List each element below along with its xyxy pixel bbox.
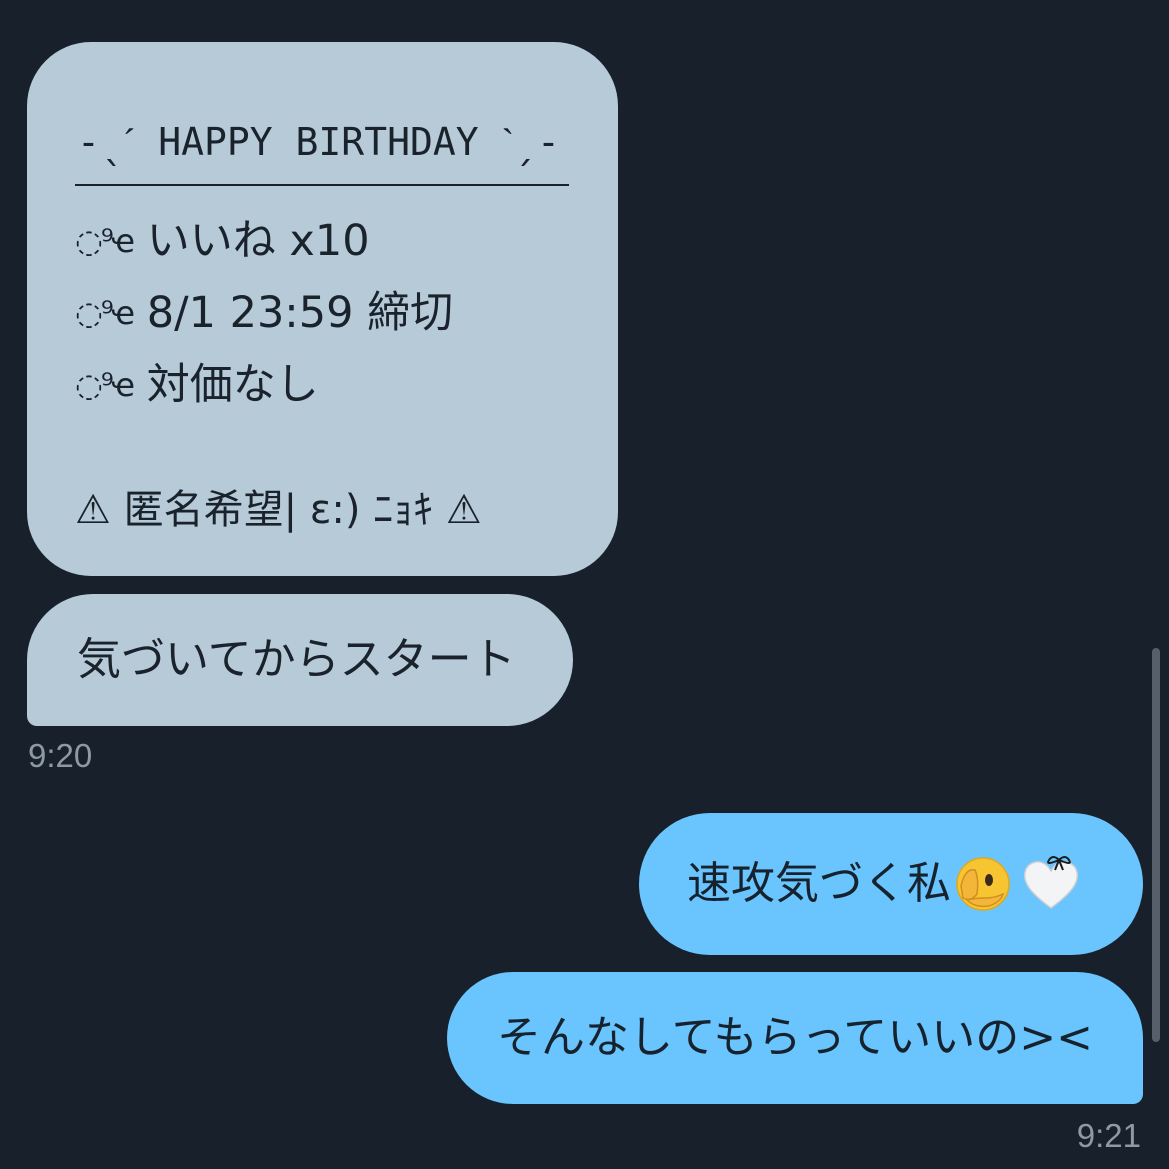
sent-message-bubble[interactable]: 速攻気づく私	[639, 813, 1143, 955]
rule-no-compensation-text: 対価なし	[146, 360, 319, 410]
birthday-title: -ˎˊ HAPPY BIRTHDAY ˋˏ-	[77, 120, 560, 164]
rule-deadline-text: 8/1 23:59 締切	[146, 288, 454, 338]
anonymous-note: ⚠ 匿名希望| ε:) ﾆｮｷ ⚠	[75, 487, 482, 533]
rule-likes-text: いいね x10	[146, 216, 370, 266]
rule-no-compensation: ◌⁹ҽ 対価なし	[75, 360, 319, 410]
face-with-hand-over-mouth-icon	[955, 856, 1011, 912]
message-text: 気づいてからスタート	[77, 633, 516, 685]
rule-likes: ◌⁹ҽ いいね x10	[75, 216, 370, 266]
scrollbar[interactable]	[1152, 648, 1160, 1042]
sent-message-bubble[interactable]: そんなしてもらっていいの><	[447, 972, 1143, 1104]
sent-timestamp: 9:21	[1076, 1117, 1141, 1154]
received-message-bubble[interactable]: -ˎˊ HAPPY BIRTHDAY ˋˏ- ◌⁹ҽ いいね x10 ◌⁹ҽ 8…	[27, 42, 618, 576]
bullet-ornament: ◌⁹ҽ	[75, 222, 135, 260]
received-timestamp: 9:20	[28, 737, 93, 774]
title-underline	[75, 184, 569, 186]
white-heart-with-ribbon-icon	[1019, 852, 1083, 916]
message-text: 速攻気づく私	[687, 857, 951, 909]
bullet-ornament: ◌⁹ҽ	[75, 366, 135, 404]
rule-deadline: ◌⁹ҽ 8/1 23:59 締切	[75, 288, 454, 338]
bullet-ornament: ◌⁹ҽ	[75, 294, 135, 332]
message-text: そんなしてもらっていいの><	[497, 1011, 1094, 1063]
received-message-bubble[interactable]: 気づいてからスタート	[27, 594, 573, 726]
